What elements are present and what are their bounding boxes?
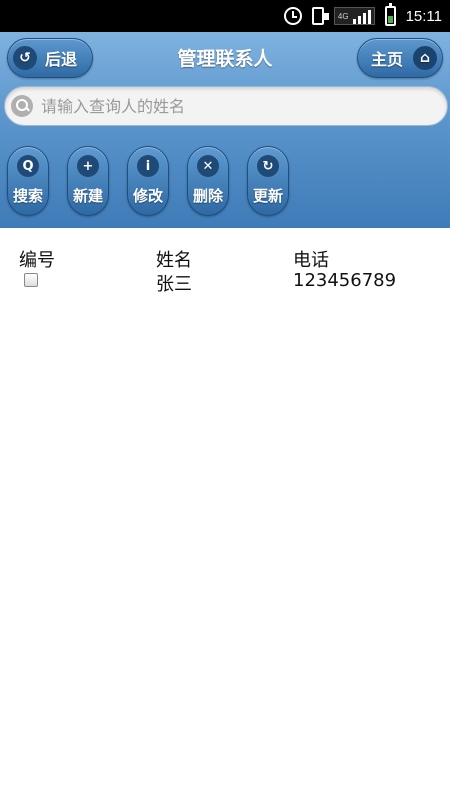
search-button[interactable]: Q 搜索	[7, 146, 49, 216]
column-header-id: 编号	[19, 250, 55, 271]
plus-icon: +	[77, 155, 99, 177]
row-checkbox[interactable]	[24, 273, 38, 287]
signal-icon: 4G	[333, 7, 375, 25]
battery-icon	[384, 3, 396, 26]
edit-button-label: 修改	[132, 187, 163, 205]
refresh-button[interactable]: ↻ 更新	[247, 146, 289, 216]
column-header-phone: 电话	[293, 250, 329, 271]
table-row[interactable]: 张三 123456789	[0, 270, 450, 295]
delete-icon: ✕	[197, 155, 219, 177]
clock: 15:11	[405, 7, 442, 25]
search-button-label: 搜索	[12, 187, 43, 205]
contacts-table: 编号 姓名 电话 张三 123456789	[0, 246, 450, 295]
title-bar: ↺ 后退 管理联系人 主页 ⌂	[0, 32, 450, 86]
new-button[interactable]: + 新建	[67, 146, 109, 216]
phone-vibrate-icon	[311, 6, 329, 26]
contact-phone: 123456789	[293, 270, 397, 291]
toolbar: Q 搜索 + 新建 i 修改 ✕ 删除 ↻ 更新	[7, 146, 289, 218]
new-button-label: 新建	[72, 187, 103, 205]
search-icon: Q	[17, 155, 39, 177]
table-header-row: 编号 姓名 电话	[0, 246, 450, 271]
info-icon: i	[137, 155, 159, 177]
header: ↺ 后退 管理联系人 主页 ⌂ Q 搜索 + 新建 i 修改 ✕ 删除 ↻	[0, 32, 450, 228]
delete-button[interactable]: ✕ 删除	[187, 146, 229, 216]
search-bar	[4, 86, 448, 126]
search-icon	[11, 95, 33, 117]
refresh-button-label: 更新	[252, 187, 283, 205]
alarm-icon	[283, 6, 302, 26]
delete-button-label: 删除	[192, 187, 223, 205]
edit-button[interactable]: i 修改	[127, 146, 169, 216]
contact-name: 张三	[156, 274, 192, 295]
status-bar: 4G 15:11	[0, 0, 450, 32]
refresh-icon: ↻	[257, 155, 279, 177]
home-button-label: 主页	[371, 50, 404, 69]
home-button[interactable]: 主页 ⌂	[357, 38, 443, 78]
search-input[interactable]	[41, 96, 431, 116]
column-header-name: 姓名	[156, 250, 192, 271]
home-icon: ⌂	[413, 46, 437, 70]
network-type: 4G	[337, 11, 349, 21]
